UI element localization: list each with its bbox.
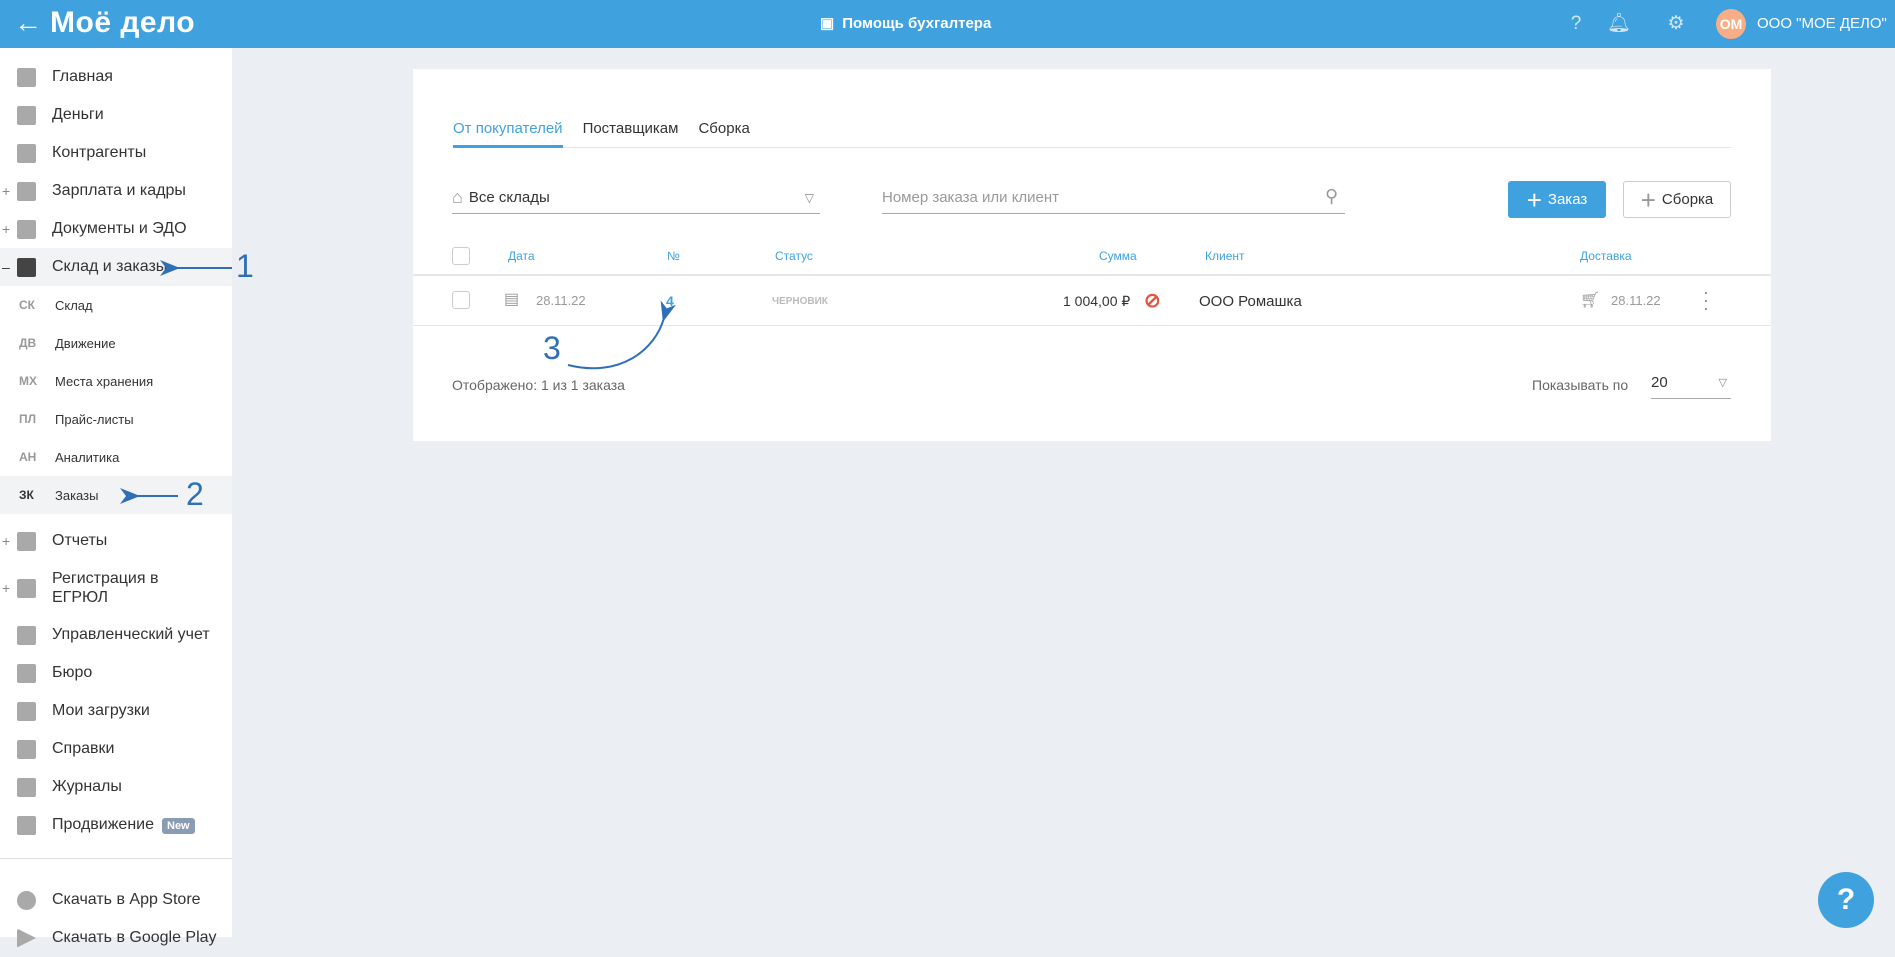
collapse-icon[interactable]: – xyxy=(2,259,10,275)
expand-icon[interactable]: + xyxy=(2,183,10,199)
sidebar-item-documents[interactable]: + Документы и ЭДО xyxy=(0,210,232,248)
sidebar-item-journals[interactable]: Журналы xyxy=(0,768,232,806)
sidebar-item-money[interactable]: Деньги xyxy=(0,96,232,134)
back-arrow-icon[interactable]: ← xyxy=(14,8,42,38)
warehouse-icon xyxy=(17,257,36,277)
logo[interactable]: Моё дело xyxy=(50,6,195,40)
expand-icon[interactable]: + xyxy=(2,580,10,596)
report-icon xyxy=(17,531,36,551)
tab-assembly[interactable]: Сборка xyxy=(698,119,749,148)
cart-icon: 🛒︎ xyxy=(1580,292,1601,309)
warehouse-select[interactable]: ⌂ Все склады ▽ xyxy=(452,182,820,214)
sidebar-item-promotion[interactable]: Продвижение New xyxy=(0,806,232,844)
tab-suppliers[interactable]: Поставщикам xyxy=(583,119,679,148)
promotion-label: Продвижение xyxy=(52,816,154,833)
order-sum: 1 004,00 ₽ xyxy=(1063,293,1131,309)
ruble-icon xyxy=(17,625,36,645)
col-client[interactable]: Клиент xyxy=(1205,249,1245,263)
sidebar-sub-storage[interactable]: МХ Места хранения xyxy=(0,362,232,400)
folder-icon xyxy=(17,219,36,239)
google-play-icon xyxy=(17,928,36,948)
divider xyxy=(413,325,1771,326)
annotation-number-2: 2 xyxy=(186,476,204,512)
new-badge: New xyxy=(162,818,195,834)
orders-card: От покупателей Поставщикам Сборка ⌂ Все … xyxy=(413,69,1771,441)
home-icon xyxy=(17,67,36,87)
sidebar-item-reports[interactable]: + Отчеты xyxy=(0,522,232,560)
divider xyxy=(413,274,1771,276)
google-play-link[interactable]: Скачать в Google Play xyxy=(0,919,232,957)
warehouse-icon: ⌂ xyxy=(452,187,463,207)
plus-icon: + xyxy=(1640,184,1656,215)
sidebar-item-bureau[interactable]: Бюро xyxy=(0,654,232,692)
help-chat-button[interactable]: ? xyxy=(1818,872,1874,928)
folder-icon xyxy=(17,701,36,721)
col-date[interactable]: Дата xyxy=(508,249,535,263)
more-menu-icon[interactable]: · · · xyxy=(1703,283,1709,317)
col-status[interactable]: Статус xyxy=(775,249,813,263)
client-name[interactable]: ООО Ромашка xyxy=(1199,293,1302,310)
chevron-down-icon: ▽ xyxy=(1718,377,1727,389)
not-paid-icon: ⊘ xyxy=(1144,290,1161,312)
plus-icon: + xyxy=(1526,184,1542,215)
wallet-icon xyxy=(17,181,36,201)
order-number-link[interactable]: 4 xyxy=(666,293,674,309)
money-icon xyxy=(17,105,36,125)
bell-icon[interactable]: 🔔︎ xyxy=(1607,13,1631,35)
expand-icon[interactable]: + xyxy=(2,221,10,237)
order-date: 28.11.22 xyxy=(536,293,586,308)
sidebar-sub-analytics[interactable]: АН Аналитика xyxy=(0,438,232,476)
annotation-number-3: 3 xyxy=(543,330,561,366)
sidebar-item-registration[interactable]: + Регистрация в ЕГРЮЛ xyxy=(0,560,232,616)
sidebar-item-salary[interactable]: + Зарплата и кадры xyxy=(0,172,232,210)
select-all-checkbox[interactable] xyxy=(452,247,470,265)
annotation-number-1: 1 xyxy=(236,248,254,284)
sidebar-item-warehouse[interactable]: – Склад и заказы xyxy=(0,248,232,286)
sidebar-item-contractors[interactable]: Контрагенты xyxy=(0,134,232,172)
delivery-date: 28.11.22 xyxy=(1611,293,1661,308)
help-icon[interactable]: ? xyxy=(1565,13,1587,35)
per-page-label: Показывать по xyxy=(1532,377,1629,393)
sidebar-item-references[interactable]: Справки xyxy=(0,730,232,768)
top-bar: ← Моё дело ▣ Помощь бухгалтера ? 🔔︎ ⚙ ОМ … xyxy=(0,0,1895,48)
col-delivery[interactable]: Доставка xyxy=(1580,249,1632,263)
journal-icon xyxy=(17,777,36,797)
briefcase-icon xyxy=(17,663,36,683)
per-page-select[interactable]: 20 ▽ xyxy=(1651,369,1731,399)
col-number[interactable]: № xyxy=(667,249,680,263)
sidebar-sub-pricelists[interactable]: ПЛ Прайс-листы xyxy=(0,400,232,438)
org-name[interactable]: ООО "МОЕ ДЕЛО" xyxy=(1757,15,1887,32)
sidebar-item-downloads[interactable]: Мои загрузки xyxy=(0,692,232,730)
search-input[interactable] xyxy=(882,182,1345,214)
expand-icon[interactable]: + xyxy=(2,533,10,549)
sidebar-sub-movement[interactable]: ДВ Движение xyxy=(0,324,232,362)
add-order-button[interactable]: + Заказ xyxy=(1508,181,1606,218)
chevron-down-icon: ▽ xyxy=(804,190,814,205)
shown-count: Отображено: 1 из 1 заказа xyxy=(452,377,625,393)
sidebar-item-management[interactable]: Управленческий учет xyxy=(0,616,232,654)
search-icon[interactable]: ⚲ xyxy=(1325,186,1338,207)
avatar[interactable]: ОМ xyxy=(1716,9,1746,39)
tab-customers[interactable]: От покупателей xyxy=(453,119,563,148)
row-checkbox[interactable] xyxy=(452,291,470,309)
briefcase-icon: ▣ xyxy=(820,15,835,32)
tabs: От покупателей Поставщикам Сборка xyxy=(453,119,1731,148)
contractor-icon xyxy=(17,143,36,163)
registration-icon xyxy=(17,578,36,598)
apple-icon xyxy=(17,890,36,910)
divider xyxy=(0,858,232,859)
col-sum[interactable]: Сумма xyxy=(1099,249,1137,263)
list-icon xyxy=(17,739,36,759)
warehouse-doc-icon: ▤ xyxy=(504,291,520,308)
add-assembly-button[interactable]: + Сборка xyxy=(1623,181,1731,218)
status-badge: ЧЕРНОВИК xyxy=(772,296,828,307)
chart-icon xyxy=(17,815,36,835)
app-store-link[interactable]: Скачать в App Store xyxy=(0,881,232,919)
help-center-link[interactable]: ▣ Помощь бухгалтера xyxy=(820,14,991,33)
gear-icon[interactable]: ⚙ xyxy=(1665,13,1687,35)
sidebar-sub-warehouse[interactable]: СК Склад xyxy=(0,286,232,324)
sidebar-item-home[interactable]: Главная xyxy=(0,58,232,96)
